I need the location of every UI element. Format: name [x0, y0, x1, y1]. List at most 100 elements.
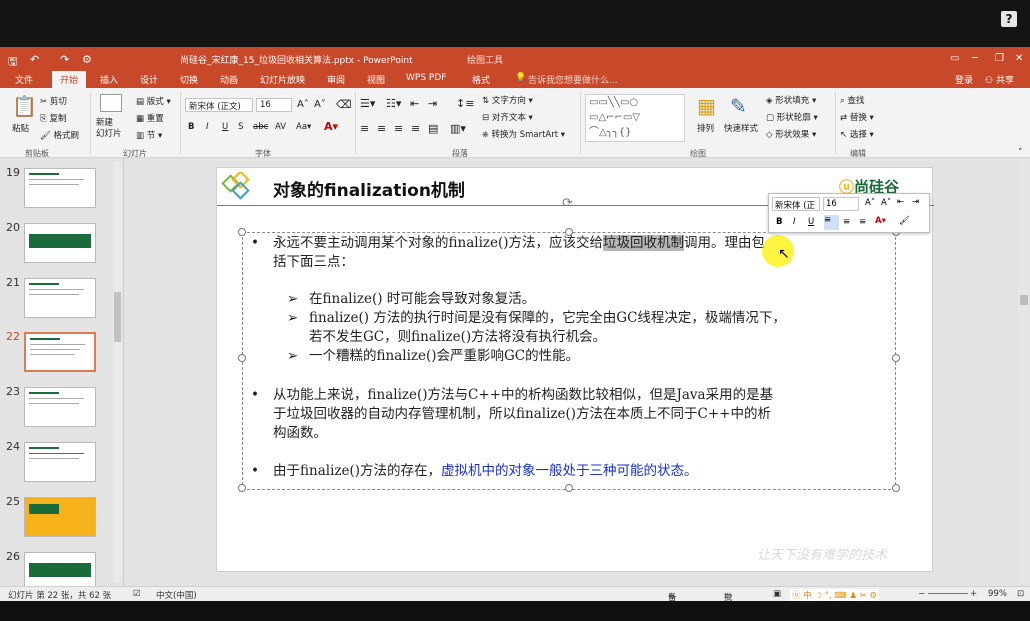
slide-thumbnail[interactable] [24, 168, 96, 208]
replace-button[interactable]: ⇄ 替换 ▾ [840, 111, 874, 123]
slide-thumbnail-active[interactable] [24, 332, 96, 372]
decrease-indent-icon[interactable]: ⇤ [410, 97, 419, 110]
mini-size-select[interactable]: 16 [823, 197, 859, 211]
shape-outline-button[interactable]: ▢ 形状轮廓 ▾ [766, 111, 818, 123]
distribute-icon[interactable]: ▤ [428, 122, 438, 135]
share-button[interactable]: ⚇ 共享 [985, 73, 1014, 86]
layout-button[interactable]: ▤ 版式 ▾ [136, 95, 171, 107]
shape-fill-button[interactable]: ◈ 形状填充 ▾ [766, 94, 816, 106]
tab-view[interactable]: 视图 [367, 73, 385, 86]
quick-styles-icon[interactable]: ✎ [730, 94, 747, 118]
clear-format-icon[interactable]: ⌫ [336, 98, 352, 111]
cut-button[interactable]: ✂ 剪切 [40, 95, 67, 107]
increase-indent-icon[interactable]: ⇥ [428, 97, 437, 110]
resize-handle[interactable] [565, 484, 573, 492]
shadow-button[interactable]: S [238, 122, 243, 132]
font-color-button[interactable]: A▾ [324, 120, 338, 133]
mini-indent-icon[interactable]: ⇤ [897, 197, 904, 207]
arrange-icon[interactable]: ▦ [697, 94, 716, 118]
resize-handle[interactable] [892, 484, 900, 492]
quick-styles-button[interactable]: 快速样式 [724, 122, 758, 134]
paste-button[interactable]: 粘贴 [12, 122, 29, 134]
align-right-icon[interactable]: ≡ [394, 122, 403, 135]
resize-handle[interactable] [238, 228, 246, 236]
copy-button[interactable]: ⎘ 复制 [40, 112, 67, 124]
minimize-icon[interactable]: ─ [972, 53, 978, 64]
underline-button[interactable]: U [222, 122, 228, 132]
smartart-button[interactable]: ⎈ 转换为 SmartArt ▾ [482, 128, 565, 140]
mini-underline-button[interactable]: U [808, 217, 814, 227]
ime-toolbar[interactable]: ⓤ 中 ☽ °, ⌨ ♟ ✂ ⚙ [790, 589, 880, 601]
select-button[interactable]: ↖ 选择 ▾ [840, 128, 874, 140]
fit-slide-icon[interactable]: ⊡ [1017, 589, 1024, 599]
font-size-select[interactable]: 16 [256, 98, 292, 112]
tab-insert[interactable]: 插入 [100, 73, 118, 86]
format-painter-button[interactable]: 🖌 格式刷 [40, 129, 79, 141]
new-slide-icon[interactable] [100, 94, 122, 112]
slide-title[interactable]: 对象的finalization机制 [273, 176, 465, 201]
align-text-button[interactable]: ⊟ 对齐文本 ▾ [482, 111, 533, 123]
tab-transitions[interactable]: 切换 [180, 73, 198, 86]
slide-thumbnail[interactable] [24, 223, 96, 263]
bullets-icon[interactable]: ☰▾ [360, 97, 375, 110]
spellcheck-icon[interactable]: ☑ [133, 589, 141, 599]
resize-handle[interactable] [238, 484, 246, 492]
columns-icon[interactable]: ▥▾ [450, 122, 466, 135]
reset-button[interactable]: ▦ 重置 [136, 112, 164, 124]
tab-file[interactable]: 文件 [15, 73, 33, 86]
zoom-in-icon[interactable]: + [970, 589, 977, 599]
zoom-level[interactable]: 99% [988, 589, 1007, 599]
slide-scrollbar[interactable] [1018, 160, 1030, 584]
italic-button[interactable]: I [206, 122, 209, 132]
undo-icon[interactable]: ↶ [30, 53, 39, 66]
char-spacing-button[interactable]: AV [275, 122, 286, 132]
mini-bold-button[interactable]: B [776, 217, 782, 227]
mini-italic-button[interactable]: I [793, 217, 796, 227]
find-button[interactable]: ⌕ 查找 [840, 94, 864, 106]
login-link[interactable]: 登录 [955, 73, 973, 86]
collapse-ribbon-icon[interactable]: ˄ [1018, 148, 1023, 158]
mini-align-left-icon[interactable]: ≡ [824, 215, 839, 230]
mini-grow-font-icon[interactable]: A˄ [865, 198, 875, 208]
tell-me-input[interactable]: 告诉我您想要做什么... [528, 73, 618, 86]
language-indicator[interactable]: 中文(中国) [156, 589, 197, 601]
tab-review[interactable]: 审阅 [327, 73, 345, 86]
font-name-select[interactable]: 新宋体 (正文) [185, 98, 253, 112]
text-direction-button[interactable]: ⇅ 文字方向 ▾ [482, 94, 533, 106]
shape-effects-button[interactable]: ◇ 形状效果 ▾ [766, 128, 816, 140]
bold-button[interactable]: B [188, 122, 194, 132]
slide-thumbnail[interactable] [24, 387, 96, 427]
tab-slideshow[interactable]: 幻灯片放映 [260, 73, 305, 86]
mini-font-select[interactable]: 新宋体 (正 [772, 197, 820, 211]
scrollbar-thumb[interactable] [114, 292, 121, 342]
zoom-out-icon[interactable]: − [918, 589, 925, 599]
strikethrough-button[interactable]: abc [253, 122, 268, 132]
tab-animations[interactable]: 动画 [220, 73, 238, 86]
tab-home[interactable]: 开始 [52, 71, 87, 88]
arrange-button[interactable]: 排列 [697, 122, 714, 134]
mini-align-right-icon[interactable]: ≡ [859, 217, 866, 227]
ribbon-display-icon[interactable]: ▭ [950, 53, 959, 64]
section-button[interactable]: ▥ 节 ▾ [136, 129, 162, 141]
close-icon[interactable]: ✕ [1015, 53, 1023, 64]
tab-design[interactable]: 设计 [140, 73, 158, 86]
tab-wps-pdf[interactable]: WPS PDF [406, 73, 446, 83]
shapes-gallery[interactable]: ▭▭╲╲▭○ ▭△⌐⌐▭▽ ⌒△╮╮{} [585, 94, 685, 142]
scrollbar-thumb[interactable] [1020, 295, 1028, 305]
align-left-icon[interactable]: ≡ [360, 122, 369, 135]
line-spacing-icon[interactable]: ↕≡ [456, 97, 474, 110]
grow-font-icon[interactable]: A˄ [297, 99, 309, 110]
mini-shrink-font-icon[interactable]: A˅ [881, 198, 891, 208]
tab-format[interactable]: 格式 [472, 73, 490, 86]
rotate-handle-icon[interactable]: ⟳ [562, 196, 573, 211]
shrink-font-icon[interactable]: A˅ [314, 99, 326, 110]
justify-icon[interactable]: ≡ [411, 122, 420, 135]
help-icon[interactable]: ? [1001, 11, 1017, 27]
new-slide-button[interactable]: 新建 幻灯片 [96, 118, 122, 140]
mini-font-color-icon[interactable]: A▾ [875, 216, 886, 226]
resize-handle[interactable] [238, 354, 246, 362]
slide-thumbnail[interactable] [24, 497, 96, 537]
restore-icon[interactable]: ❐ [995, 53, 1004, 64]
zoom-slider[interactable] [928, 593, 968, 594]
numbering-icon[interactable]: ☷▾ [386, 97, 401, 110]
